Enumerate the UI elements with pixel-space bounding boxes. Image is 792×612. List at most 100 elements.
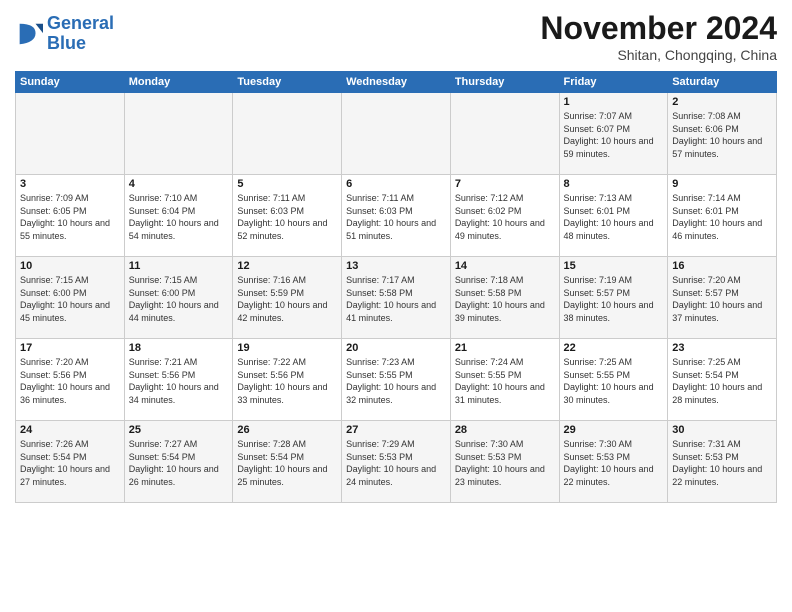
day-info: Sunrise: 7:30 AM Sunset: 5:53 PM Dayligh… [564,438,664,488]
calendar-cell: 7 Sunrise: 7:12 AM Sunset: 6:02 PM Daylig… [450,175,559,257]
day-info: Sunrise: 7:20 AM Sunset: 5:57 PM Dayligh… [672,274,772,324]
day-number: 16 [672,260,772,272]
calendar-cell: 5 Sunrise: 7:11 AM Sunset: 6:03 PM Daylig… [233,175,342,257]
calendar-cell: 23 Sunrise: 7:25 AM Sunset: 5:54 PM Dayli… [668,339,777,421]
day-number: 29 [564,424,664,436]
day-number: 13 [346,260,446,272]
calendar-cell: 28 Sunrise: 7:30 AM Sunset: 5:53 PM Dayli… [450,421,559,503]
day-info: Sunrise: 7:12 AM Sunset: 6:02 PM Dayligh… [455,192,555,242]
day-number: 30 [672,424,772,436]
day-info: Sunrise: 7:15 AM Sunset: 6:00 PM Dayligh… [20,274,120,324]
day-info: Sunrise: 7:20 AM Sunset: 5:56 PM Dayligh… [20,356,120,406]
calendar-cell: 8 Sunrise: 7:13 AM Sunset: 6:01 PM Daylig… [559,175,668,257]
calendar-cell: 13Sunrise: 7:17 AM Sunset: 5:58 PM Dayli… [342,257,451,339]
location-subtitle: Shitan, Chongqing, China [540,47,777,63]
calendar-cell: 9 Sunrise: 7:14 AM Sunset: 6:01 PM Daylig… [668,175,777,257]
day-number: 12 [237,260,337,272]
day-number: 14 [455,260,555,272]
day-number: 23 [672,342,772,354]
day-number: 10 [20,260,120,272]
calendar-cell [124,93,233,175]
day-number: 7 [455,178,555,190]
day-info: Sunrise: 7:24 AM Sunset: 5:55 PM Dayligh… [455,356,555,406]
day-info: Sunrise: 7:25 AM Sunset: 5:55 PM Dayligh… [564,356,664,406]
day-number: 6 [346,178,446,190]
month-title: November 2024 [540,10,777,47]
calendar-cell: 26 Sunrise: 7:28 AM Sunset: 5:54 PM Dayli… [233,421,342,503]
day-info: Sunrise: 7:26 AM Sunset: 5:54 PM Dayligh… [20,438,120,488]
calendar-cell: 4Sunrise: 7:10 AM Sunset: 6:04 PM Daylig… [124,175,233,257]
day-info: Sunrise: 7:10 AM Sunset: 6:04 PM Dayligh… [129,192,229,242]
calendar-cell: 1Sunrise: 7:07 AM Sunset: 6:07 PM Daylig… [559,93,668,175]
day-info: Sunrise: 7:19 AM Sunset: 5:57 PM Dayligh… [564,274,664,324]
calendar-cell: 25 Sunrise: 7:27 AM Sunset: 5:54 PM Dayli… [124,421,233,503]
page-container: General Blue November 2024 Shitan, Chong… [0,0,792,513]
day-number: 5 [237,178,337,190]
col-header-thursday: Thursday [450,72,559,93]
calendar-cell: 19 Sunrise: 7:22 AM Sunset: 5:56 PM Dayli… [233,339,342,421]
day-number: 9 [672,178,772,190]
day-number: 20 [346,342,446,354]
day-info: Sunrise: 7:30 AM Sunset: 5:53 PM Dayligh… [455,438,555,488]
logo-text: General Blue [47,14,114,54]
day-info: Sunrise: 7:13 AM Sunset: 6:01 PM Dayligh… [564,192,664,242]
week-row-4: 24 Sunrise: 7:26 AM Sunset: 5:54 PM Dayli… [16,421,777,503]
col-header-tuesday: Tuesday [233,72,342,93]
col-header-saturday: Saturday [668,72,777,93]
calendar-cell: 29 Sunrise: 7:30 AM Sunset: 5:53 PM Dayli… [559,421,668,503]
day-number: 1 [564,96,664,108]
day-number: 22 [564,342,664,354]
day-info: Sunrise: 7:23 AM Sunset: 5:55 PM Dayligh… [346,356,446,406]
day-info: Sunrise: 7:08 AM Sunset: 6:06 PM Dayligh… [672,110,772,160]
day-info: Sunrise: 7:22 AM Sunset: 5:56 PM Dayligh… [237,356,337,406]
week-row-3: 17 Sunrise: 7:20 AM Sunset: 5:56 PM Dayli… [16,339,777,421]
logo: General Blue [15,14,114,54]
day-info: Sunrise: 7:25 AM Sunset: 5:54 PM Dayligh… [672,356,772,406]
day-number: 21 [455,342,555,354]
col-header-monday: Monday [124,72,233,93]
calendar-cell: 17 Sunrise: 7:20 AM Sunset: 5:56 PM Dayli… [16,339,125,421]
day-info: Sunrise: 7:29 AM Sunset: 5:53 PM Dayligh… [346,438,446,488]
calendar-cell: 20 Sunrise: 7:23 AM Sunset: 5:55 PM Dayli… [342,339,451,421]
day-info: Sunrise: 7:09 AM Sunset: 6:05 PM Dayligh… [20,192,120,242]
day-number: 25 [129,424,229,436]
header: General Blue November 2024 Shitan, Chong… [15,10,777,63]
calendar-cell: 2Sunrise: 7:08 AM Sunset: 6:06 PM Daylig… [668,93,777,175]
calendar-cell: 12Sunrise: 7:16 AM Sunset: 5:59 PM Dayli… [233,257,342,339]
calendar-cell: 22 Sunrise: 7:25 AM Sunset: 5:55 PM Dayli… [559,339,668,421]
day-info: Sunrise: 7:11 AM Sunset: 6:03 PM Dayligh… [237,192,337,242]
day-number: 15 [564,260,664,272]
calendar-cell: 30 Sunrise: 7:31 AM Sunset: 5:53 PM Dayli… [668,421,777,503]
day-number: 8 [564,178,664,190]
logo-icon [15,20,43,48]
day-info: Sunrise: 7:14 AM Sunset: 6:01 PM Dayligh… [672,192,772,242]
logo-line1: General [47,13,114,33]
title-block: November 2024 Shitan, Chongqing, China [540,10,777,63]
day-number: 18 [129,342,229,354]
calendar-cell [450,93,559,175]
day-info: Sunrise: 7:28 AM Sunset: 5:54 PM Dayligh… [237,438,337,488]
calendar-cell: 18 Sunrise: 7:21 AM Sunset: 5:56 PM Dayli… [124,339,233,421]
day-number: 24 [20,424,120,436]
calendar-cell [233,93,342,175]
logo-line2: Blue [47,33,86,53]
day-info: Sunrise: 7:11 AM Sunset: 6:03 PM Dayligh… [346,192,446,242]
day-info: Sunrise: 7:31 AM Sunset: 5:53 PM Dayligh… [672,438,772,488]
calendar-cell: 16 Sunrise: 7:20 AM Sunset: 5:57 PM Dayli… [668,257,777,339]
calendar-cell: 15 Sunrise: 7:19 AM Sunset: 5:57 PM Dayli… [559,257,668,339]
day-number: 26 [237,424,337,436]
calendar-cell: 14Sunrise: 7:18 AM Sunset: 5:58 PM Dayli… [450,257,559,339]
col-header-wednesday: Wednesday [342,72,451,93]
day-number: 17 [20,342,120,354]
calendar-header-row: SundayMondayTuesdayWednesdayThursdayFrid… [16,72,777,93]
calendar-cell [16,93,125,175]
calendar-cell: 27Sunrise: 7:29 AM Sunset: 5:53 PM Dayli… [342,421,451,503]
week-row-0: 1Sunrise: 7:07 AM Sunset: 6:07 PM Daylig… [16,93,777,175]
col-header-friday: Friday [559,72,668,93]
day-number: 11 [129,260,229,272]
day-info: Sunrise: 7:15 AM Sunset: 6:00 PM Dayligh… [129,274,229,324]
day-info: Sunrise: 7:21 AM Sunset: 5:56 PM Dayligh… [129,356,229,406]
day-info: Sunrise: 7:27 AM Sunset: 5:54 PM Dayligh… [129,438,229,488]
day-number: 19 [237,342,337,354]
day-number: 28 [455,424,555,436]
